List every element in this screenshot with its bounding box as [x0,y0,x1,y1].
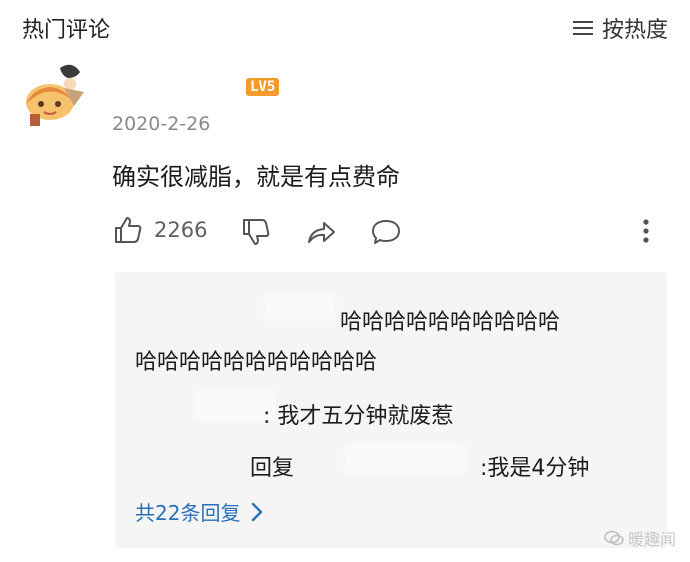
wechat-logo-icon [604,530,624,546]
redacted-username [345,444,465,474]
comment-date: 2020-2-26 [112,113,211,135]
avatar[interactable] [14,58,92,128]
watermark: 暖趣闻 [604,526,676,550]
chevron-right-icon [252,502,263,521]
thumbs-up-icon [115,217,142,243]
reply-text: :我是4分钟 [480,456,590,481]
like-count: 2266 [154,218,208,242]
reply-prefix: 回复 [250,456,295,481]
reply-preview-box[interactable]: 哈哈哈哈哈哈哈哈哈哈 哈哈哈哈哈哈哈哈哈哈哈 : 我才五分钟就废惹 回复 :我是… [115,272,667,548]
comment-icon[interactable] [370,216,402,248]
list-menu-icon [572,21,593,35]
redacted-username [265,294,335,320]
like-button[interactable]: 2266 [112,214,207,246]
share-icon[interactable] [305,216,337,248]
view-all-replies-link[interactable]: 共22条回复 [135,497,264,526]
thumbs-down-icon[interactable] [240,216,272,248]
sort-by-heat-button[interactable]: 按热度 [572,12,668,44]
more-options-icon[interactable] [636,214,656,248]
reply-text: : 我才五分钟就废惹 [263,404,454,429]
reply-text: 哈哈哈哈哈哈哈哈哈哈 [340,310,561,335]
reply-count-label: 共22条回复 [135,501,241,525]
reply-text: 哈哈哈哈哈哈哈哈哈哈哈 [135,350,378,375]
page-title: 热门评论 [22,18,111,43]
user-level-badge: LV5 [246,78,280,96]
comment-actions: 2266 [112,214,672,250]
comment-text: 确实很减脂，就是有点费命 [112,163,400,191]
watermark-text: 暖趣闻 [627,530,676,549]
sort-label: 按热度 [601,18,668,43]
